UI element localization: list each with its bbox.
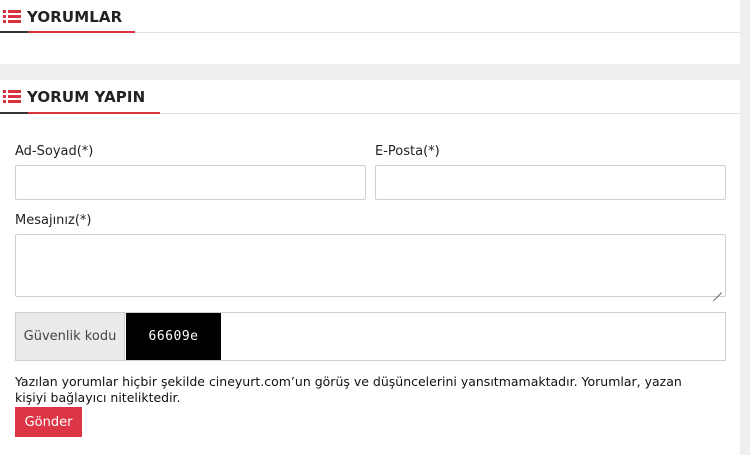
captcha-group: Güvenlik kodu 66609e bbox=[15, 312, 726, 361]
email-field[interactable] bbox=[375, 165, 726, 200]
submit-button[interactable]: Gönder bbox=[15, 407, 82, 437]
message-label: Mesajınız(*) bbox=[15, 213, 92, 228]
comment-disclaimer: Yazılan yorumlar hiçbir şekilde cineyurt… bbox=[15, 374, 682, 405]
captcha-code: 66609e bbox=[126, 313, 221, 360]
heading-underline bbox=[28, 112, 160, 114]
list-icon bbox=[3, 9, 21, 24]
comment-form-title: YORUM YAPIN bbox=[27, 88, 146, 106]
message-textarea[interactable] bbox=[15, 234, 726, 302]
captcha-label: Güvenlik kodu bbox=[16, 313, 125, 360]
heading-underline-dark bbox=[0, 112, 28, 114]
comments-panel: YORUMLAR bbox=[0, 0, 740, 64]
comment-form-heading: YORUM YAPIN bbox=[0, 80, 145, 114]
list-icon bbox=[3, 90, 21, 104]
comment-form-panel: YORUM YAPIN Ad-Soyad(*) E-Posta(*) Mesaj… bbox=[0, 80, 740, 455]
heading-underline-dark bbox=[0, 31, 28, 33]
name-label: Ad-Soyad(*) bbox=[15, 144, 94, 159]
comments-heading: YORUMLAR bbox=[0, 0, 122, 33]
captcha-input[interactable] bbox=[222, 313, 725, 360]
name-field[interactable] bbox=[15, 165, 366, 200]
comments-title: YORUMLAR bbox=[27, 7, 123, 26]
resize-handle-icon[interactable] bbox=[712, 283, 722, 302]
heading-underline bbox=[28, 31, 135, 33]
email-label: E-Posta(*) bbox=[375, 144, 440, 159]
